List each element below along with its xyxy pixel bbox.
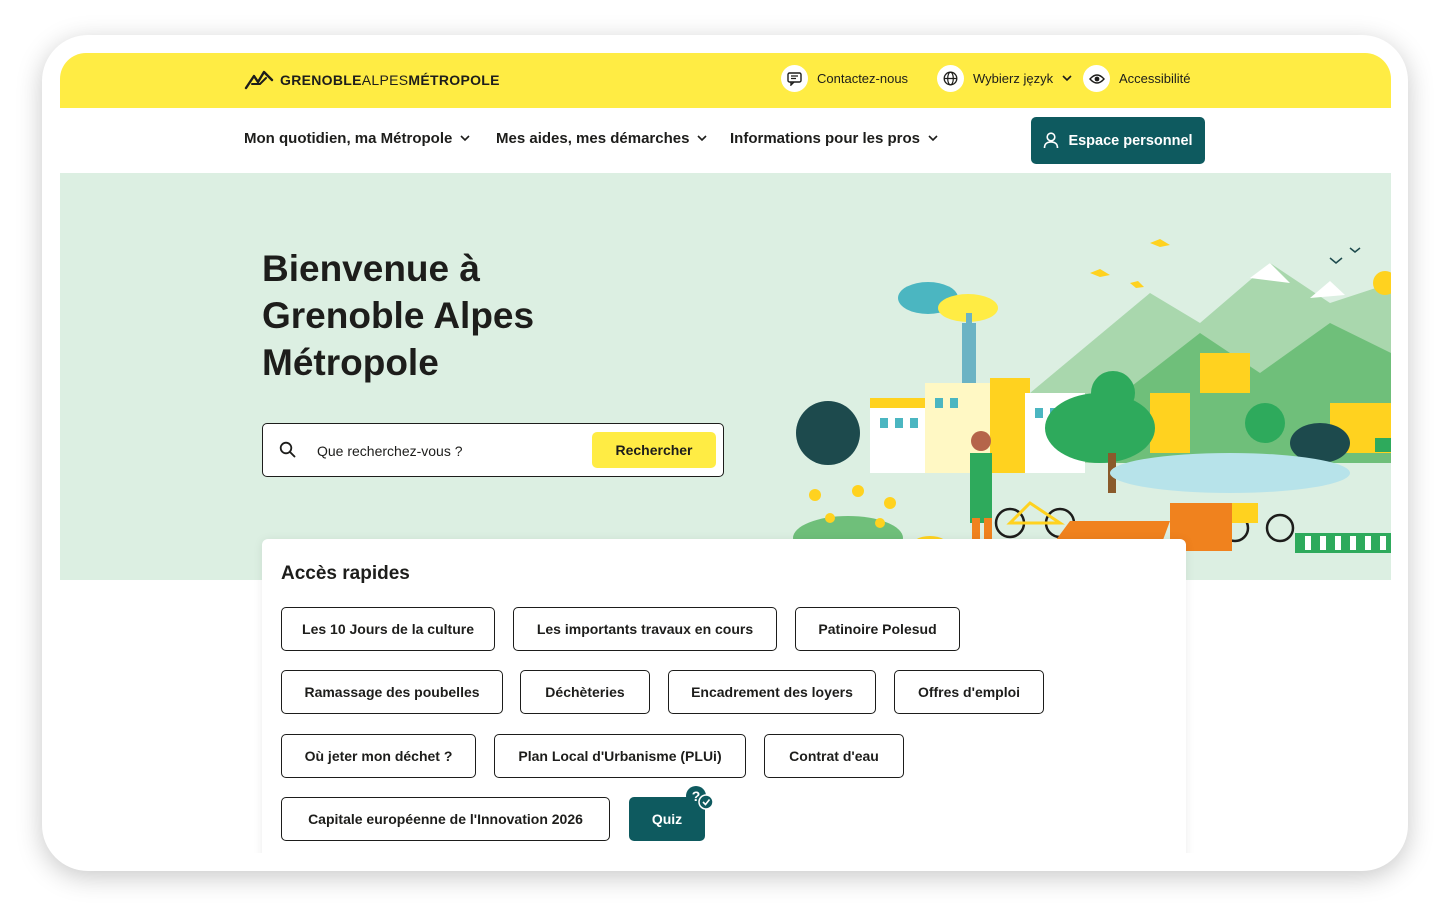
city-illustration bbox=[793, 239, 1391, 553]
language-label: Wybierz język bbox=[973, 71, 1054, 86]
nav-item-mon-quotidien[interactable]: Mon quotidien, ma Métropole bbox=[244, 130, 470, 147]
quick-link-decheteries[interactable]: Déchèteries bbox=[520, 670, 650, 714]
accessibility-link[interactable]: Accessibilité bbox=[1083, 65, 1191, 92]
chevron-down-icon bbox=[697, 135, 708, 142]
bird-logo-icon bbox=[244, 70, 274, 90]
quick-link-contrat-eau[interactable]: Contrat d'eau bbox=[764, 734, 904, 778]
hero-title: Bienvenue à Grenoble Alpes Métropole bbox=[262, 248, 535, 383]
quick-link-patinoire[interactable]: Patinoire Polesud bbox=[795, 607, 960, 651]
quick-link-loyers[interactable]: Encadrement des loyers bbox=[668, 670, 876, 714]
quick-link-10-jours-culture[interactable]: Les 10 Jours de la culture bbox=[281, 607, 495, 651]
nav-item-mes-aides[interactable]: Mes aides, mes démarches bbox=[496, 130, 708, 147]
globe-icon bbox=[937, 65, 964, 92]
hero-section: Bienvenue à Grenoble Alpes Métropole Rec… bbox=[60, 173, 1391, 580]
chevron-down-icon bbox=[928, 135, 938, 142]
quick-link-plui[interactable]: Plan Local d'Urbanisme (PLUi) bbox=[494, 734, 746, 778]
espace-personnel-label: Espace personnel bbox=[1068, 132, 1193, 149]
espace-personnel-button[interactable]: Espace personnel bbox=[1031, 117, 1205, 164]
quiz-button[interactable]: Quiz ? bbox=[629, 786, 714, 841]
eye-icon bbox=[1083, 65, 1110, 92]
logo-wordmark: GRENOBLEALPESMÉTROPOLE bbox=[280, 72, 500, 88]
question-check-icon: ? bbox=[686, 786, 714, 810]
accessibility-label: Accessibilité bbox=[1119, 71, 1191, 86]
nav-item-label: Mes aides, mes démarches bbox=[496, 130, 690, 147]
nav-item-informations-pros[interactable]: Informations pour les pros bbox=[730, 130, 938, 147]
main-navigation: Mon quotidien, ma Métropole Mes aides, m… bbox=[60, 108, 1391, 173]
nav-item-label: Mon quotidien, ma Métropole bbox=[244, 130, 453, 147]
language-selector[interactable]: Wybierz język bbox=[937, 65, 1072, 92]
quick-link-poubelles[interactable]: Ramassage des poubelles bbox=[281, 670, 503, 714]
quick-link-capitale-innovation[interactable]: Capitale européenne de l'Innovation 2026 bbox=[281, 797, 610, 841]
top-utility-bar: GRENOBLEALPESMÉTROPOLE Contactez-nous Wy… bbox=[60, 53, 1391, 108]
quick-link-travaux[interactable]: Les importants travaux en cours bbox=[513, 607, 777, 651]
search-icon bbox=[279, 441, 296, 458]
chevron-down-icon bbox=[1062, 75, 1072, 82]
search-box: Rechercher bbox=[262, 423, 724, 477]
nav-item-label: Informations pour les pros bbox=[730, 130, 921, 147]
search-input[interactable] bbox=[315, 438, 579, 464]
user-icon bbox=[1044, 132, 1059, 149]
site-logo[interactable]: GRENOBLEALPESMÉTROPOLE bbox=[244, 67, 500, 93]
chat-bubble-icon bbox=[781, 65, 808, 92]
contact-link[interactable]: Contactez-nous bbox=[781, 65, 908, 92]
contact-label: Contactez-nous bbox=[817, 71, 909, 86]
chevron-down-icon bbox=[460, 135, 470, 142]
quick-link-dechet[interactable]: Où jeter mon déchet ? bbox=[281, 734, 476, 778]
quick-access-card: Accès rapides Les 10 Jours de la culture… bbox=[262, 539, 1186, 853]
browser-viewport: GRENOBLEALPESMÉTROPOLE Contactez-nous Wy… bbox=[60, 53, 1391, 853]
quick-link-emploi[interactable]: Offres d'emploi bbox=[894, 670, 1044, 714]
quick-access-title: Accès rapides bbox=[281, 563, 410, 584]
search-button[interactable]: Rechercher bbox=[592, 432, 716, 468]
